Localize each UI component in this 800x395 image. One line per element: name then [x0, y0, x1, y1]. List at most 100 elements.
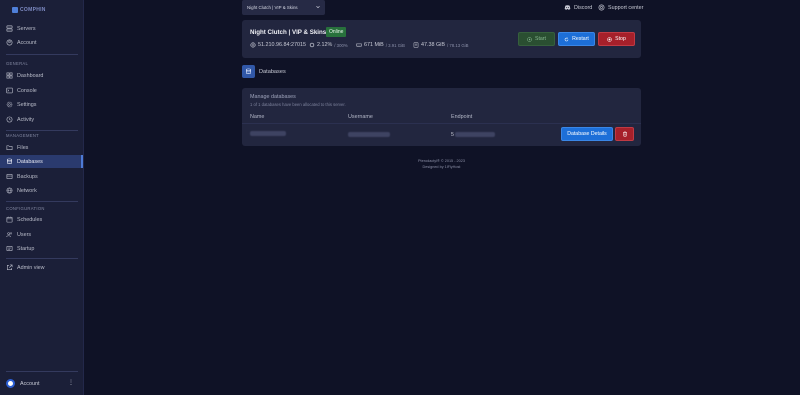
more-options-icon[interactable]: ⋮	[68, 380, 74, 386]
sidebar-item-console[interactable]: Console	[0, 84, 83, 97]
cpu-icon	[309, 42, 315, 48]
database-endpoint-redacted	[455, 132, 495, 137]
sidebar-item-label: Dashboard	[17, 72, 44, 79]
activity-icon	[6, 116, 13, 123]
account-label: Account	[20, 380, 40, 387]
footer-designer: Designed by 1lFlyHost	[422, 165, 461, 169]
restart-label: Restart	[572, 36, 589, 42]
server-name: Night Clutch | VIP & Skins	[250, 29, 327, 36]
discord-label: Discord	[574, 4, 593, 11]
support-center-label: Support center	[608, 4, 644, 11]
page-title: Databases	[259, 69, 286, 75]
database-icon	[7, 158, 12, 164]
external-link-icon	[7, 264, 13, 270]
discord-icon	[564, 5, 571, 10]
sidebar-item-settings[interactable]: Settings	[0, 98, 83, 111]
database-name-redacted	[250, 131, 286, 136]
memory-value: 671 MiB	[364, 42, 384, 48]
stop-label: Stop	[615, 36, 626, 42]
sidebar-item-label: Servers	[17, 25, 36, 32]
footer-copyright: Pterodactyl® © 2015 - 2023	[418, 159, 465, 163]
start-button[interactable]: Start	[518, 32, 555, 46]
manage-databases-heading: Manage databases	[250, 94, 296, 100]
sidebar-item-label: Console	[17, 87, 37, 94]
delete-database-button[interactable]	[615, 127, 634, 141]
discord-link[interactable]: Discord	[564, 4, 592, 11]
sidebar-item-users[interactable]: Users	[0, 228, 83, 241]
sidebar-item-label: Files	[17, 144, 29, 151]
database-username-redacted	[348, 132, 390, 137]
section-label-configuration: CONFIGURATION	[6, 206, 45, 211]
account-icon	[6, 39, 13, 46]
column-header-username: Username	[348, 114, 373, 120]
logo-mark-icon	[12, 7, 18, 13]
cpu-usage: 2.12% / 300%	[309, 42, 348, 48]
sidebar-item-files[interactable]: Files	[0, 141, 83, 154]
sidebar-item-servers[interactable]: Servers	[0, 22, 83, 35]
dashboard-icon	[6, 72, 13, 79]
server-select[interactable]: Night Clutch | VIP & Skins	[242, 0, 325, 15]
sidebar-item-startup[interactable]: Startup	[0, 242, 83, 255]
stop-button[interactable]: Stop	[598, 32, 635, 46]
column-header-endpoint: Endpoint	[451, 114, 473, 120]
console-icon	[6, 87, 13, 94]
schedules-icon	[6, 216, 13, 223]
account-menu[interactable]: Account ⋮	[6, 378, 78, 389]
sidebar-item-backups[interactable]: Backups	[0, 170, 83, 183]
logo[interactable]: COMPHIN	[12, 6, 46, 14]
databases-card: Manage databases 1 of 1 databases have b…	[242, 88, 641, 146]
memory-icon	[356, 43, 362, 47]
memory-limit: / 3.91 GiB	[385, 42, 405, 48]
sidebar-divider	[6, 201, 78, 202]
sidebar-item-label: Admin view	[17, 264, 45, 271]
sidebar-item-label: Schedules	[17, 216, 43, 223]
logo-text: COMPHIN	[20, 7, 46, 13]
database-details-button[interactable]: Database Details	[561, 127, 613, 141]
sidebar-item-account[interactable]: Account	[0, 36, 83, 49]
sidebar-item-databases[interactable]: Databases	[0, 155, 83, 168]
column-header-name: Name	[250, 114, 265, 120]
sidebar-item-label: Settings	[17, 101, 37, 108]
endpoint-prefix: 5	[451, 132, 454, 138]
users-icon	[6, 232, 13, 238]
sidebar-item-network[interactable]: Network	[0, 184, 83, 197]
support-center-link[interactable]: Support center	[598, 4, 643, 11]
sidebar-divider	[6, 54, 78, 55]
backups-icon	[6, 174, 13, 179]
trash-icon	[622, 131, 627, 137]
play-icon	[527, 36, 532, 42]
settings-icon	[6, 101, 13, 108]
memory-usage: 671 MiB / 3.91 GiB	[356, 42, 405, 48]
startup-icon	[6, 246, 13, 251]
sidebar-item-label: Network	[17, 187, 37, 194]
start-label: Start	[535, 36, 546, 42]
database-icon	[246, 68, 251, 74]
cpu-value: 2.12%	[317, 42, 333, 48]
section-label-general: GENERAL	[6, 61, 29, 66]
network-icon	[6, 187, 13, 194]
status-badge: Online	[326, 27, 347, 37]
chevron-down-icon	[316, 6, 320, 9]
row-divider	[242, 123, 641, 124]
sidebar-item-label: Activity	[17, 116, 35, 123]
support-icon	[598, 4, 605, 11]
sidebar-item-label: Backups	[17, 173, 38, 180]
server-status-card: Night Clutch | VIP & Skins Online 51.210…	[242, 20, 641, 58]
server-address: 51.210.96.84:27015	[250, 42, 306, 48]
sidebar-item-activity[interactable]: Activity	[0, 113, 83, 126]
restart-button[interactable]: Restart	[558, 32, 595, 46]
disk-limit: / 78.13 GiB	[446, 42, 469, 48]
files-icon	[6, 145, 13, 150]
sidebar-divider	[6, 371, 78, 372]
sidebar-item-schedules[interactable]: Schedules	[0, 213, 83, 226]
sidebar-item-dashboard[interactable]: Dashboard	[0, 69, 83, 82]
globe-icon	[250, 42, 256, 48]
sidebar-item-label: Users	[17, 231, 32, 238]
server-address-value: 51.210.96.84:27015	[258, 42, 306, 48]
sidebar-item-label: Account	[17, 39, 37, 46]
avatar	[6, 379, 15, 388]
disk-icon	[413, 42, 419, 48]
sidebar-item-admin-view[interactable]: Admin view	[0, 261, 83, 274]
allocation-text: 1 of 1 databases have been allocated to …	[250, 102, 346, 107]
cpu-limit: / 300%	[334, 42, 348, 48]
